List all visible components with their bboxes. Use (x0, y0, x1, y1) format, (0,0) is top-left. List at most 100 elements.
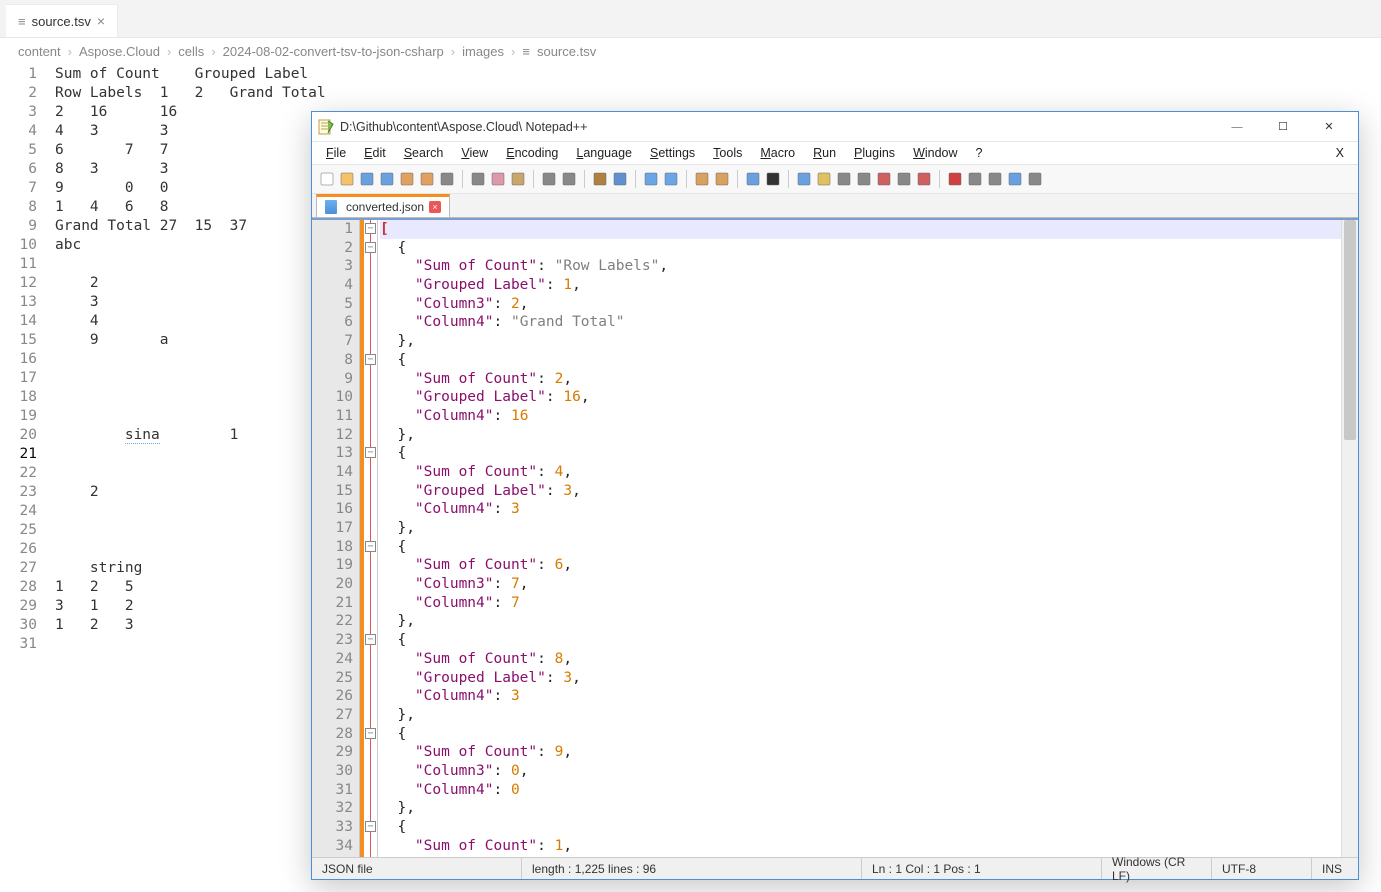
funclist-icon[interactable] (875, 170, 893, 188)
find-icon[interactable] (591, 170, 609, 188)
npp-titlebar[interactable]: D:\Github\content\Aspose.Cloud\ Notepad+… (312, 112, 1358, 142)
fold-toggle[interactable]: − (365, 821, 376, 832)
status-eol: Windows (CR LF) (1102, 858, 1212, 879)
fold-toggle[interactable]: − (365, 728, 376, 739)
chevron-right-icon: › (511, 44, 515, 59)
breadcrumb-item[interactable]: 2024-08-02-convert-tsv-to-json-csharp (223, 44, 444, 59)
copy-icon[interactable] (489, 170, 507, 188)
new-icon[interactable] (318, 170, 336, 188)
cut-icon[interactable] (469, 170, 487, 188)
menu-view[interactable]: View (453, 144, 496, 162)
vscode-text[interactable]: Sum of Count Grouped LabelRow Labels 1 2… (55, 65, 326, 654)
menu-close-icon[interactable]: X (1328, 144, 1352, 162)
wrap-icon[interactable] (744, 170, 762, 188)
monitor-icon[interactable] (915, 170, 933, 188)
file-icon: ≡ (18, 14, 26, 29)
open-icon[interactable] (338, 170, 356, 188)
npp-toolbar (312, 164, 1358, 194)
menu-?[interactable]: ? (968, 144, 991, 162)
npp-gutter: 1234567891011121314151617181920212223242… (312, 220, 360, 857)
fold-toggle[interactable]: − (365, 447, 376, 458)
closeall-icon[interactable] (418, 170, 436, 188)
status-length: length : 1,225 lines : 96 (522, 858, 862, 879)
npp-tab-converted[interactable]: converted.json × (316, 194, 450, 217)
chevron-right-icon: › (211, 44, 215, 59)
record-icon[interactable] (946, 170, 964, 188)
npp-title-text: D:\Github\content\Aspose.Cloud\ Notepad+… (340, 120, 1214, 134)
npp-tab-label: converted.json (346, 200, 424, 214)
menu-search[interactable]: Search (396, 144, 452, 162)
fold-toggle[interactable]: − (365, 242, 376, 253)
saveall-icon[interactable] (378, 170, 396, 188)
save-macro-icon[interactable] (1026, 170, 1044, 188)
close-icon[interactable]: × (429, 201, 441, 213)
menu-run[interactable]: Run (805, 144, 844, 162)
close-icon[interactable] (398, 170, 416, 188)
menu-settings[interactable]: Settings (642, 144, 703, 162)
indent-icon[interactable] (795, 170, 813, 188)
status-filetype: JSON file (312, 858, 522, 879)
chevron-right-icon: › (167, 44, 171, 59)
fold-toggle[interactable]: − (365, 354, 376, 365)
play-icon[interactable] (986, 170, 1004, 188)
status-ins: INS (1312, 858, 1358, 879)
menu-plugins[interactable]: Plugins (846, 144, 903, 162)
undo-icon[interactable] (540, 170, 558, 188)
docmap-icon[interactable] (895, 170, 913, 188)
menu-edit[interactable]: Edit (356, 144, 394, 162)
vscode-tab-label: source.tsv (32, 14, 91, 29)
zoomout-icon[interactable] (662, 170, 680, 188)
doc-icon[interactable] (835, 170, 853, 188)
chevron-right-icon: › (451, 44, 455, 59)
fold-toggle[interactable]: − (365, 541, 376, 552)
stop-icon[interactable] (966, 170, 984, 188)
print-icon[interactable] (438, 170, 456, 188)
npp-scrollbar[interactable] (1341, 220, 1358, 857)
file-icon (325, 200, 337, 214)
menu-window[interactable]: Window (905, 144, 965, 162)
npp-editor[interactable]: 1234567891011121314151617181920212223242… (312, 218, 1358, 857)
maximize-button[interactable]: ☐ (1260, 113, 1306, 141)
breadcrumb-item[interactable]: images (462, 44, 504, 59)
playm-icon[interactable] (1006, 170, 1024, 188)
replace-icon[interactable] (611, 170, 629, 188)
npp-tabbar: converted.json × (312, 194, 1358, 218)
vscode-tabbar: ≡ source.tsv × (0, 0, 1381, 38)
breadcrumb-item[interactable]: source.tsv (537, 44, 596, 59)
sync-h-icon[interactable] (713, 170, 731, 188)
breadcrumb-item[interactable]: content (18, 44, 61, 59)
folder-icon[interactable] (815, 170, 833, 188)
breadcrumb-item[interactable]: cells (178, 44, 204, 59)
vscode-breadcrumb[interactable]: content › Aspose.Cloud › cells › 2024-08-02-co… (0, 38, 1381, 65)
npp-statusbar: JSON file length : 1,225 lines : 96 Ln :… (312, 857, 1358, 879)
minimize-button[interactable]: — (1214, 113, 1260, 141)
notepadpp-icon (318, 119, 334, 135)
menu-file[interactable]: File (318, 144, 354, 162)
fold-toggle[interactable]: − (365, 634, 376, 645)
fold-toggle[interactable]: − (365, 223, 376, 234)
zoomin-icon[interactable] (642, 170, 660, 188)
npp-fold-margin[interactable]: − − − − − − − − (364, 220, 378, 857)
close-icon[interactable]: × (97, 13, 105, 29)
npp-code[interactable]: [ { "Sum of Count": "Row Labels", "Group… (378, 220, 1341, 857)
notepadpp-window: D:\Github\content\Aspose.Cloud\ Notepad+… (311, 111, 1359, 880)
status-enc: UTF-8 (1212, 858, 1312, 879)
npp-scrollthumb[interactable] (1344, 220, 1356, 440)
chevron-right-icon: › (68, 44, 72, 59)
menu-encoding[interactable]: Encoding (498, 144, 566, 162)
allchars-icon[interactable] (764, 170, 782, 188)
redo-icon[interactable] (560, 170, 578, 188)
vscode-tab-source[interactable]: ≡ source.tsv × (6, 4, 118, 37)
save-icon[interactable] (358, 170, 376, 188)
sync-v-icon[interactable] (693, 170, 711, 188)
menu-tools[interactable]: Tools (705, 144, 750, 162)
close-button[interactable]: ✕ (1306, 113, 1352, 141)
menu-language[interactable]: Language (568, 144, 640, 162)
npp-menubar: FileEditSearchViewEncodingLanguageSettin… (312, 142, 1358, 164)
doclist-icon[interactable] (855, 170, 873, 188)
vscode-gutter: 1234567891011121314151617181920212223242… (0, 65, 55, 654)
breadcrumb-item[interactable]: Aspose.Cloud (79, 44, 160, 59)
status-pos: Ln : 1 Col : 1 Pos : 1 (862, 858, 1102, 879)
menu-macro[interactable]: Macro (752, 144, 803, 162)
paste-icon[interactable] (509, 170, 527, 188)
